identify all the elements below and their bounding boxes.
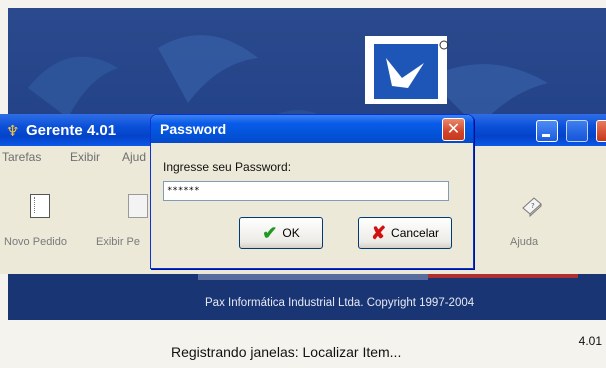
password-prompt: Ingresse seu Password:: [163, 160, 292, 174]
minimize-button[interactable]: [536, 120, 558, 142]
loading-status: Registrando janelas: Localizar Item...: [171, 344, 402, 360]
menu-ajuda[interactable]: Ajud: [122, 150, 146, 164]
cancel-label: Cancelar: [391, 226, 440, 240]
bird-logo-icon: [365, 36, 449, 104]
main-close-button[interactable]: [596, 120, 606, 142]
main-window-title: Gerente 4.01: [26, 122, 117, 139]
dialog-title-bar[interactable]: Password ✕: [151, 115, 473, 143]
close-icon[interactable]: ✕: [442, 118, 465, 141]
copyright-text: Pax Informática Industrial Ltda. Copyrig…: [205, 297, 475, 309]
view-order-icon[interactable]: [128, 194, 148, 218]
password-dialog: Password ✕ Ingresse seu Password: ✔ OK ✘…: [150, 114, 474, 269]
gerente-app-icon: ♆: [6, 122, 20, 140]
version-label: 4.01: [578, 334, 602, 348]
menu-exibir[interactable]: Exibir: [70, 150, 100, 164]
password-input[interactable]: [163, 181, 449, 201]
toolbar-ajuda[interactable]: Ajuda: [510, 236, 538, 248]
toolbar-exibir-pedido[interactable]: Exibir Pe: [96, 236, 140, 248]
ok-label: OK: [282, 226, 300, 240]
ok-button[interactable]: ✔ OK: [239, 217, 323, 249]
x-icon: ✘: [370, 223, 387, 243]
toolbar-novo-pedido[interactable]: Novo Pedido: [4, 236, 67, 248]
help-book-icon[interactable]: ?: [520, 194, 544, 218]
svg-text:?: ?: [531, 202, 535, 210]
document-icon[interactable]: [30, 194, 50, 218]
menu-tarefas[interactable]: Tarefas: [2, 150, 41, 164]
cancel-button[interactable]: ✘ Cancelar: [358, 217, 452, 249]
maximize-button[interactable]: [566, 120, 588, 142]
dialog-title: Password: [160, 121, 227, 137]
check-icon: ✔: [262, 223, 278, 243]
